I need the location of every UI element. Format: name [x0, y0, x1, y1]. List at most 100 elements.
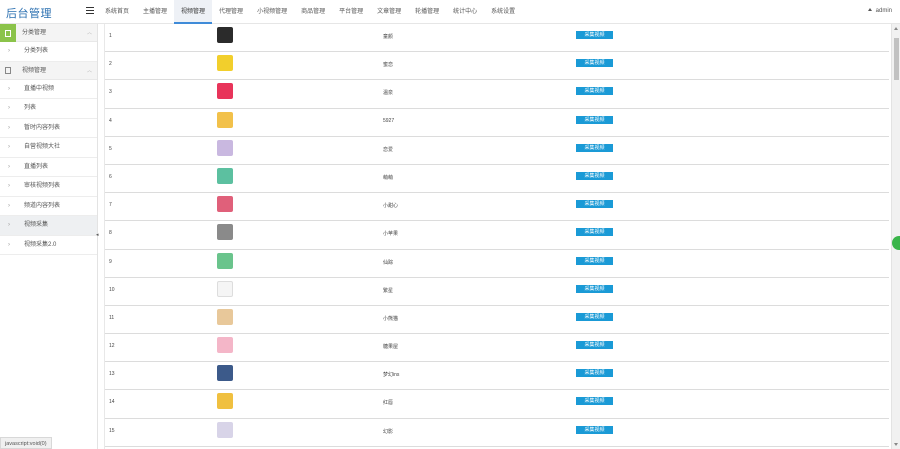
sidebar-group-label: 分类管理 — [22, 30, 47, 36]
collect-video-button[interactable]: 采集视频 — [576, 31, 613, 39]
collect-video-button[interactable]: 采集视频 — [576, 425, 613, 434]
nav-item[interactable]: 小视频管理 — [250, 0, 294, 24]
document-icon — [0, 62, 16, 80]
row-index: 1 — [109, 33, 112, 39]
channel-thumbnail — [217, 308, 233, 325]
status-bar: javascript:void(0) — [0, 437, 52, 449]
row-index: 9 — [109, 258, 112, 265]
chevron-right-icon: › — [8, 183, 10, 189]
chevron-right-icon: › — [8, 163, 10, 170]
collect-video-button[interactable]: 采集视频 — [576, 171, 613, 180]
scroll-up-icon[interactable] — [894, 27, 898, 30]
sidebar-collapse-icon[interactable]: ◂ — [96, 232, 100, 240]
collect-video-button[interactable]: 采集视频 — [576, 312, 613, 321]
table-row: 10 繁星 采集视频 — [105, 278, 889, 306]
chevron-right-icon: › — [8, 105, 10, 111]
sidebar-group-header[interactable]: 分类管理 ︿ — [0, 24, 97, 42]
collect-video-button[interactable]: 采集视频 — [576, 341, 613, 350]
collect-video-button[interactable]: 采集视频 — [576, 200, 613, 209]
sidebar-item-label: 频道内容列表 — [24, 202, 61, 209]
collect-video-button[interactable]: 采集视频 — [576, 115, 613, 124]
row-index: 3 — [109, 89, 112, 96]
table-row: 5 恋爱 采集视频 — [105, 137, 889, 165]
sidebar-item[interactable]: › 列表 — [0, 99, 97, 119]
sidebar-item[interactable]: › 频道内容列表 — [0, 196, 97, 216]
row-index: 15 — [109, 427, 115, 434]
collect-video-button[interactable]: 采集视频 — [576, 228, 613, 237]
collect-video-button[interactable]: 采集视频 — [576, 369, 613, 378]
sidebar-item-label: 列表 — [24, 105, 37, 111]
sidebar-item-label: 直播中视频 — [24, 85, 55, 92]
channel-name: 红唇 — [383, 400, 394, 407]
channel-thumbnail — [217, 111, 233, 128]
sidebar-item[interactable]: › 审核视频列表 — [0, 177, 97, 197]
sidebar-item-label: 直播列表 — [24, 163, 49, 170]
row-index: 12 — [109, 343, 115, 350]
collect-video-button[interactable]: 采集视频 — [576, 143, 613, 152]
channel-name: 恋爱 — [383, 146, 394, 153]
collect-video-button[interactable]: 采集视频 — [576, 59, 613, 68]
sidebar-item[interactable]: › 直播列表 — [0, 157, 97, 177]
floating-service-button[interactable] — [892, 236, 900, 250]
nav-item[interactable]: 系统首页 — [98, 0, 136, 24]
channel-thumbnail — [217, 252, 233, 269]
collect-video-button[interactable]: 采集视频 — [576, 256, 613, 265]
username: admin — [875, 8, 892, 14]
caret-up-icon — [867, 8, 872, 11]
sidebar-item-label: 视频采集 — [24, 222, 49, 228]
sidebar-item-label: 分类列表 — [24, 48, 49, 54]
table-row: 15 幻影 采集视频 — [105, 419, 889, 447]
nav-item[interactable]: 商品管理 — [294, 0, 332, 24]
sidebar: 分类管理 ︿ › 分类列表 视频管理 ︿ › 直播中视频 › 列表 › 暂时内容列表 › 自营视频大社 › 直… — [0, 24, 98, 449]
sidebar-item[interactable]: › 直播中视频 — [0, 79, 97, 99]
sidebar-item[interactable]: › 视频采集 — [0, 216, 97, 236]
nav-item[interactable]: 主播管理 — [136, 0, 174, 24]
sidebar-group-header[interactable]: 视频管理 ︿ — [0, 61, 97, 80]
sidebar-item[interactable]: › 暂时内容列表 — [0, 118, 97, 138]
row-index: 6 — [109, 173, 112, 180]
sidebar-item[interactable]: › 分类列表 — [0, 42, 97, 62]
chevron-right-icon: › — [8, 85, 10, 92]
channel-thumbnail — [217, 139, 233, 156]
table-row: 4 5927 采集视频 — [105, 109, 889, 137]
row-index: 2 — [109, 61, 112, 68]
channel-name: 繁星 — [383, 287, 394, 294]
channel-name: 小熊猫 — [383, 315, 399, 322]
channel-thumbnail — [217, 280, 233, 297]
app-title: 后台管理 — [6, 8, 52, 20]
sidebar-item[interactable]: › 视频采集2.0 — [0, 235, 97, 255]
nav-item[interactable]: 统计中心 — [446, 0, 484, 24]
scrollbar-thumb[interactable] — [894, 38, 899, 80]
chevron-right-icon: › — [8, 241, 10, 248]
channel-thumbnail — [217, 55, 233, 72]
scroll-down-icon[interactable] — [894, 443, 898, 446]
table-row: 1 童颜 采集视频 — [105, 24, 889, 53]
menu-toggle-icon[interactable] — [86, 7, 94, 15]
chevron-up-icon: ︿ — [86, 67, 92, 74]
nav-item[interactable]: 代理管理 — [212, 0, 250, 24]
channel-thumbnail — [217, 365, 233, 382]
table-row: 11 小熊猫 采集视频 — [105, 306, 889, 335]
row-index: 5 — [109, 145, 112, 152]
collect-video-button[interactable]: 采集视频 — [576, 87, 613, 96]
channel-name: 5927 — [383, 117, 395, 124]
row-index: 7 — [109, 202, 112, 209]
user-menu[interactable]: admin — [867, 8, 892, 14]
nav-item[interactable]: 系统设置 — [484, 0, 522, 24]
nav-item[interactable]: 平台管理 — [332, 0, 370, 24]
row-index: 13 — [109, 371, 115, 378]
collect-video-button[interactable]: 采集视频 — [576, 397, 613, 406]
channel-name: 小甜心 — [383, 203, 399, 210]
nav-item[interactable]: 视频管理 — [174, 0, 213, 24]
nav-item[interactable]: 轮播管理 — [408, 0, 446, 24]
collect-video-button[interactable]: 采集视频 — [576, 284, 613, 293]
sidebar-item[interactable]: › 自营视频大社 — [0, 138, 97, 158]
channel-thumbnail — [217, 196, 233, 213]
channel-thumbnail — [217, 421, 233, 438]
top-bar: 后台管理 系统首页 主播管理 视频管理 代理管理 小视频管理 商品管理 平台管理 文章管理 轮播… — [0, 0, 900, 24]
channel-name: 小苹果 — [383, 231, 399, 238]
chevron-right-icon: › — [8, 222, 10, 228]
channel-name: 糖果屋 — [383, 344, 399, 351]
nav-item[interactable]: 文章管理 — [370, 0, 408, 24]
channel-name: 童颜 — [383, 34, 394, 40]
